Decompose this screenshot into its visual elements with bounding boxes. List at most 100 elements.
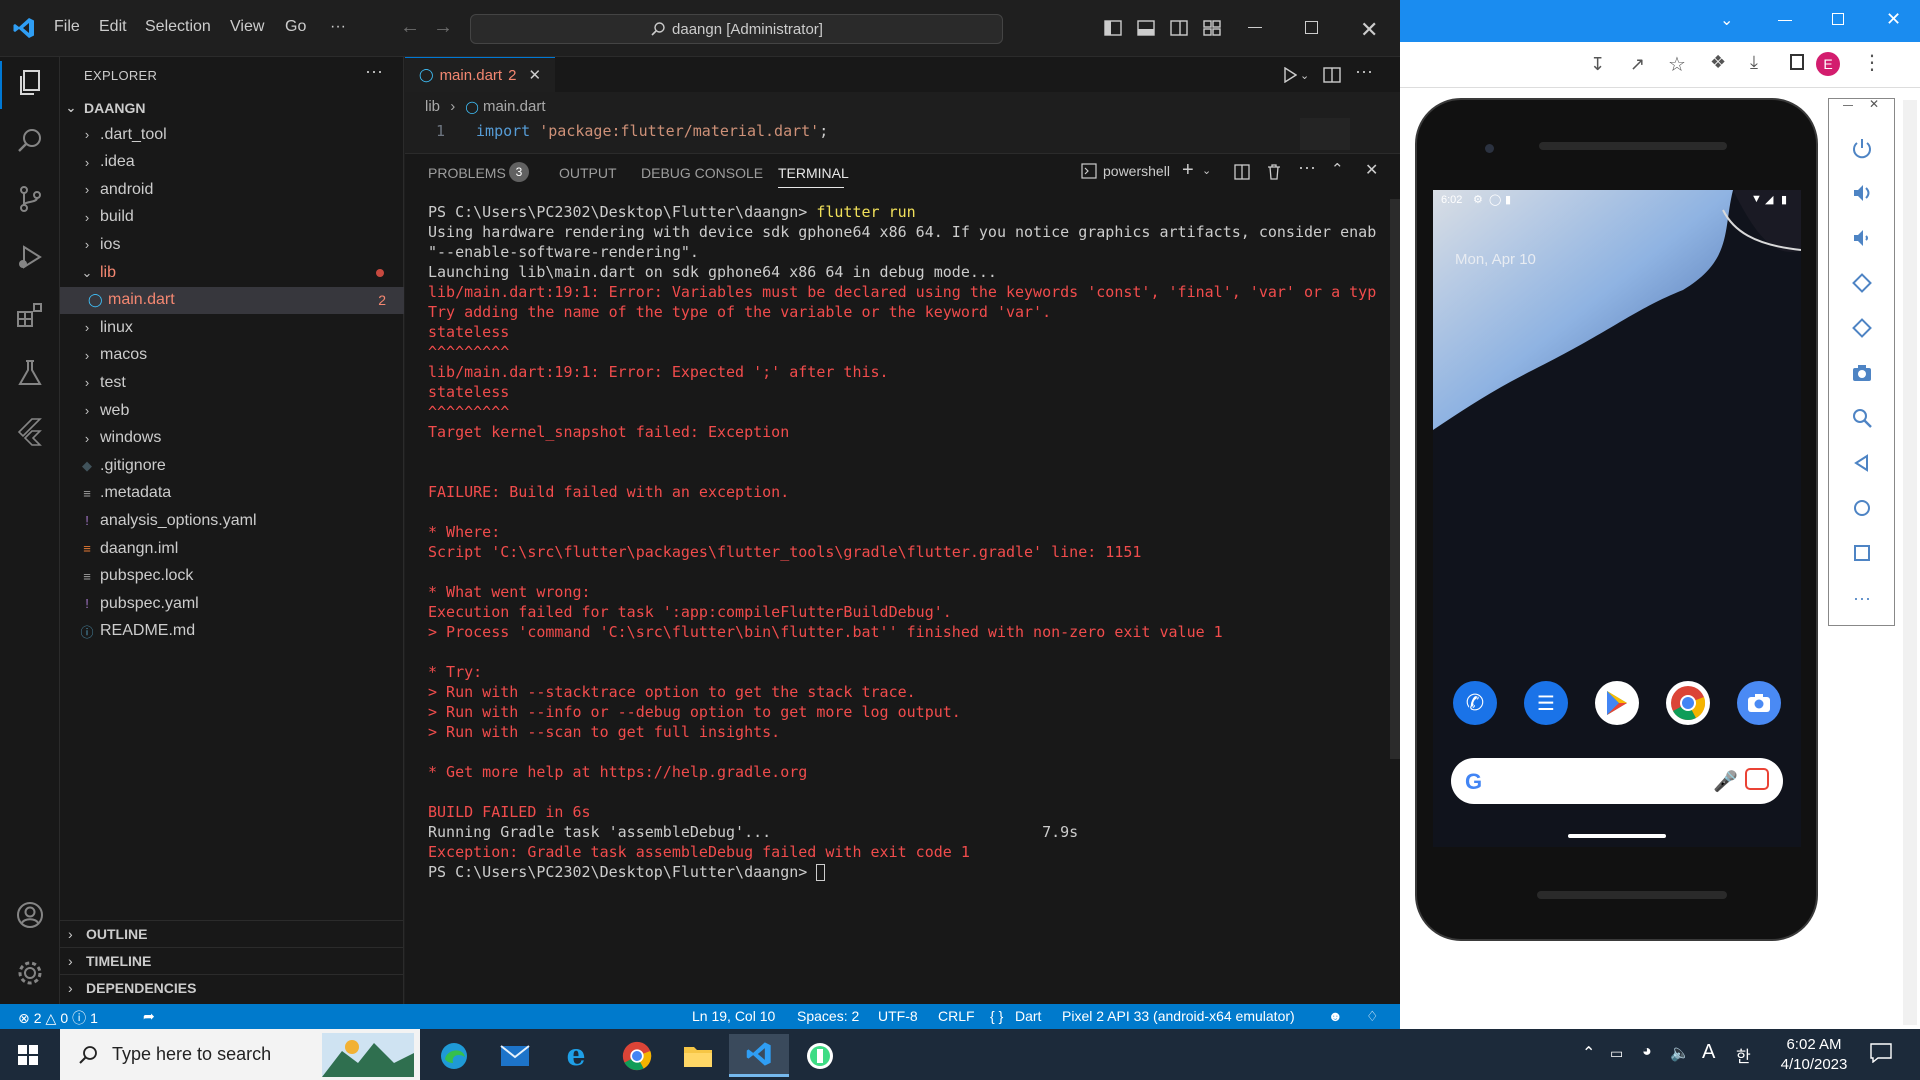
extensions-puzzle-icon[interactable]: ❖: [1710, 52, 1726, 73]
tree-item-analysis-options-yaml[interactable]: ! analysis_options.yaml: [60, 507, 404, 534]
input-language-indicator[interactable]: A: [1702, 1041, 1715, 1064]
toggle-secondary-sidebar-icon[interactable]: [1170, 20, 1188, 36]
home-circle-icon[interactable]: [1849, 495, 1875, 521]
tree-item-web[interactable]: › web: [60, 397, 404, 424]
tree-item-lib[interactable]: ⌄ lib: [60, 259, 404, 286]
android-studio-taskbar-icon[interactable]: [790, 1034, 850, 1077]
windows-start-icon[interactable]: [18, 1045, 38, 1065]
volume-down-icon[interactable]: [1849, 225, 1875, 251]
feedback-icon[interactable]: ☻: [1328, 1008, 1343, 1024]
browser-close-icon[interactable]: ✕: [1886, 9, 1901, 30]
rotate-left-icon[interactable]: [1849, 270, 1875, 296]
tree-item-macos[interactable]: › macos: [60, 342, 404, 369]
camera-app-icon[interactable]: [1737, 681, 1781, 725]
encoding[interactable]: UTF-8: [878, 1008, 918, 1024]
run-debug-icon[interactable]: [12, 239, 48, 275]
tree-item-readme-md[interactable]: ⓘ README.md: [60, 618, 404, 645]
editor-more-icon[interactable]: ···: [1355, 61, 1373, 82]
customize-layout-icon[interactable]: [1203, 20, 1221, 36]
tree-item-pubspec-yaml[interactable]: ! pubspec.yaml: [60, 590, 404, 617]
close-panel-icon[interactable]: ✕: [1365, 160, 1378, 180]
notifications-icon[interactable]: [1870, 1043, 1892, 1063]
tree-item-main-dart[interactable]: ◯ main.dart 2: [60, 286, 404, 314]
menu-edit[interactable]: Edit: [99, 18, 127, 36]
back-triangle-icon[interactable]: [1849, 450, 1875, 476]
browser-minimize-icon[interactable]: [1778, 20, 1792, 21]
phone-app-icon[interactable]: ✆: [1453, 681, 1497, 725]
tab-close-icon[interactable]: ✕: [528, 66, 541, 84]
tree-item-linux[interactable]: › linux: [60, 314, 404, 341]
rotate-right-icon[interactable]: [1849, 315, 1875, 341]
input-mode-indicator[interactable]: 한: [1736, 1043, 1751, 1067]
terminal-scrollbar[interactable]: [1390, 199, 1400, 759]
tree-item-daangn-iml[interactable]: ≡ daangn.iml: [60, 535, 404, 562]
overview-square-icon[interactable]: [1849, 540, 1875, 566]
side-panel-icon[interactable]: [1790, 54, 1804, 70]
close-window-icon[interactable]: ✕: [1360, 17, 1378, 43]
flutter-icon[interactable]: [12, 413, 48, 449]
language-mode[interactable]: Dart: [1015, 1008, 1041, 1024]
maximize-panel-icon[interactable]: ⌃: [1331, 160, 1344, 178]
line-endings[interactable]: CRLF: [938, 1008, 975, 1024]
split-terminal-icon[interactable]: [1234, 164, 1250, 180]
account-icon[interactable]: [12, 897, 48, 933]
toggle-panel-icon[interactable]: [1137, 20, 1155, 36]
share-icon[interactable]: ↗: [1630, 54, 1645, 75]
terminal-output[interactable]: PS C:\Users\PC2302\Desktop\Flutter\daang…: [428, 202, 1388, 882]
minimize-icon[interactable]: [1248, 27, 1262, 28]
cursor-position[interactable]: Ln 19, Col 10: [692, 1008, 775, 1024]
tree-item-build[interactable]: › build: [60, 204, 404, 231]
problems-status[interactable]: ⊗ 2 △ 0 ⓘ 1: [18, 1008, 98, 1028]
taskbar-search-box[interactable]: Type here to search: [60, 1029, 420, 1080]
menu-view[interactable]: View: [230, 18, 264, 36]
breadcrumb-folder[interactable]: lib: [425, 98, 440, 115]
tab-search-chevron-icon[interactable]: ⌄: [1720, 10, 1733, 30]
zoom-icon[interactable]: [1849, 405, 1875, 431]
dependencies-section[interactable]: › DEPENDENCIES: [60, 974, 404, 1001]
tree-item-dart-tool[interactable]: › .dart_tool: [60, 121, 404, 148]
tab-debug-console[interactable]: DEBUG CONSOLE: [641, 165, 763, 181]
screenshot-camera-icon[interactable]: [1849, 360, 1875, 386]
tree-item-gitignore[interactable]: ◆ .gitignore: [60, 452, 404, 479]
trash-icon[interactable]: [1267, 164, 1281, 180]
tab-output[interactable]: OUTPUT: [559, 165, 617, 181]
minimap[interactable]: [1300, 118, 1350, 150]
workspace-root[interactable]: ⌄ DAANGN: [60, 94, 404, 121]
command-center[interactable]: daangn [Administrator]: [470, 14, 1003, 44]
tree-item-pubspec-lock[interactable]: ≡ pubspec.lock: [60, 563, 404, 590]
tree-item-windows[interactable]: › windows: [60, 425, 404, 452]
tab-terminal[interactable]: TERMINAL: [778, 165, 849, 181]
vscode-taskbar-icon[interactable]: [729, 1034, 789, 1077]
mail-taskbar-icon[interactable]: [485, 1034, 545, 1077]
install-app-icon[interactable]: ↧: [1590, 54, 1605, 75]
chrome-app-icon[interactable]: [1666, 681, 1710, 725]
browser-restore-icon[interactable]: [1832, 13, 1844, 25]
breadcrumb-file[interactable]: main.dart: [483, 98, 546, 115]
downloads-icon[interactable]: ⤓: [1750, 52, 1758, 73]
notifications-bell-icon[interactable]: ♢: [1366, 1008, 1379, 1025]
flutter-device[interactable]: Pixel 2 API 33 (android-x64 emulator): [1062, 1008, 1295, 1024]
menu-go[interactable]: Go: [285, 18, 306, 36]
timeline-section[interactable]: › TIMELINE: [60, 947, 404, 974]
terminal-shell-selector[interactable]: powershell: [1081, 163, 1170, 179]
menu-more[interactable]: ···: [330, 18, 346, 36]
gesture-navigation-bar[interactable]: [1568, 834, 1666, 838]
split-editor-icon[interactable]: [1323, 67, 1341, 83]
menu-file[interactable]: File: [54, 18, 80, 36]
google-search-widget[interactable]: G 🎤: [1451, 758, 1783, 804]
run-dropdown-icon[interactable]: ⌄: [1300, 69, 1309, 82]
code-line[interactable]: 1 import 'package:flutter/material.dart'…: [405, 122, 828, 140]
maximize-icon[interactable]: [1305, 21, 1318, 34]
tree-item-ios[interactable]: › ios: [60, 231, 404, 258]
tab-problems[interactable]: PROBLEMS: [428, 165, 506, 181]
profile-avatar[interactable]: E: [1816, 52, 1840, 76]
internet-explorer-taskbar-icon[interactable]: e: [546, 1034, 606, 1077]
back-arrow-icon[interactable]: ←: [400, 16, 420, 39]
emulator-minimize-icon[interactable]: [1843, 105, 1853, 106]
file-explorer-taskbar-icon[interactable]: [668, 1034, 728, 1077]
outline-section[interactable]: › OUTLINE: [60, 920, 404, 947]
power-icon[interactable]: [1849, 135, 1875, 161]
extensions-icon[interactable]: [12, 297, 48, 333]
wifi-icon[interactable]: ◕: [1642, 1043, 1652, 1061]
taskbar-clock[interactable]: 6:02 AM 4/10/2023: [1770, 1035, 1858, 1075]
